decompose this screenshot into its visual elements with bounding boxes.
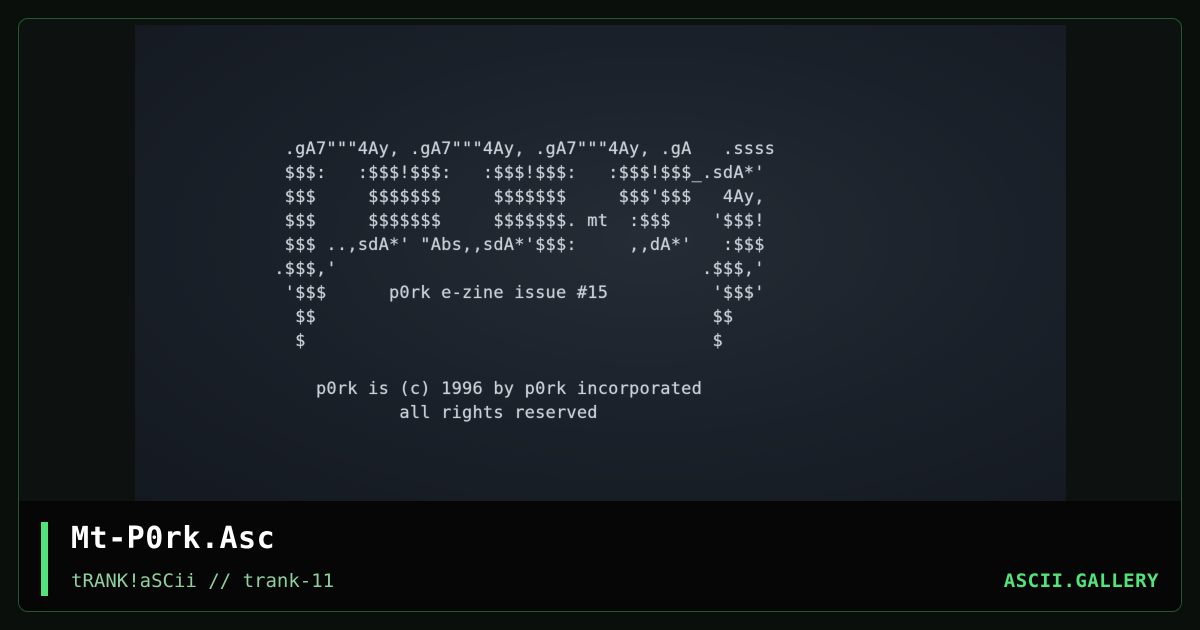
artwork-subtitle: tRANK!aSCii // trank-11	[71, 570, 335, 592]
ascii-art-text: .gA7"""4Ay, .gA7"""4Ay, .gA7"""4Ay, .gA …	[274, 139, 776, 423]
gallery-card: .gA7"""4Ay, .gA7"""4Ay, .gA7"""4Ay, .gA …	[18, 18, 1182, 612]
caption-bar: Mt-P0rk.Asc tRANK!aSCii // trank-11 ASCI…	[19, 501, 1181, 611]
ascii-art-preview: .gA7"""4Ay, .gA7"""4Ay, .gA7"""4Ay, .gA …	[135, 25, 1066, 501]
artwork-title: Mt-P0rk.Asc	[71, 521, 276, 556]
site-brand[interactable]: ASCII.GALLERY	[1004, 570, 1159, 592]
accent-bar	[41, 522, 48, 596]
